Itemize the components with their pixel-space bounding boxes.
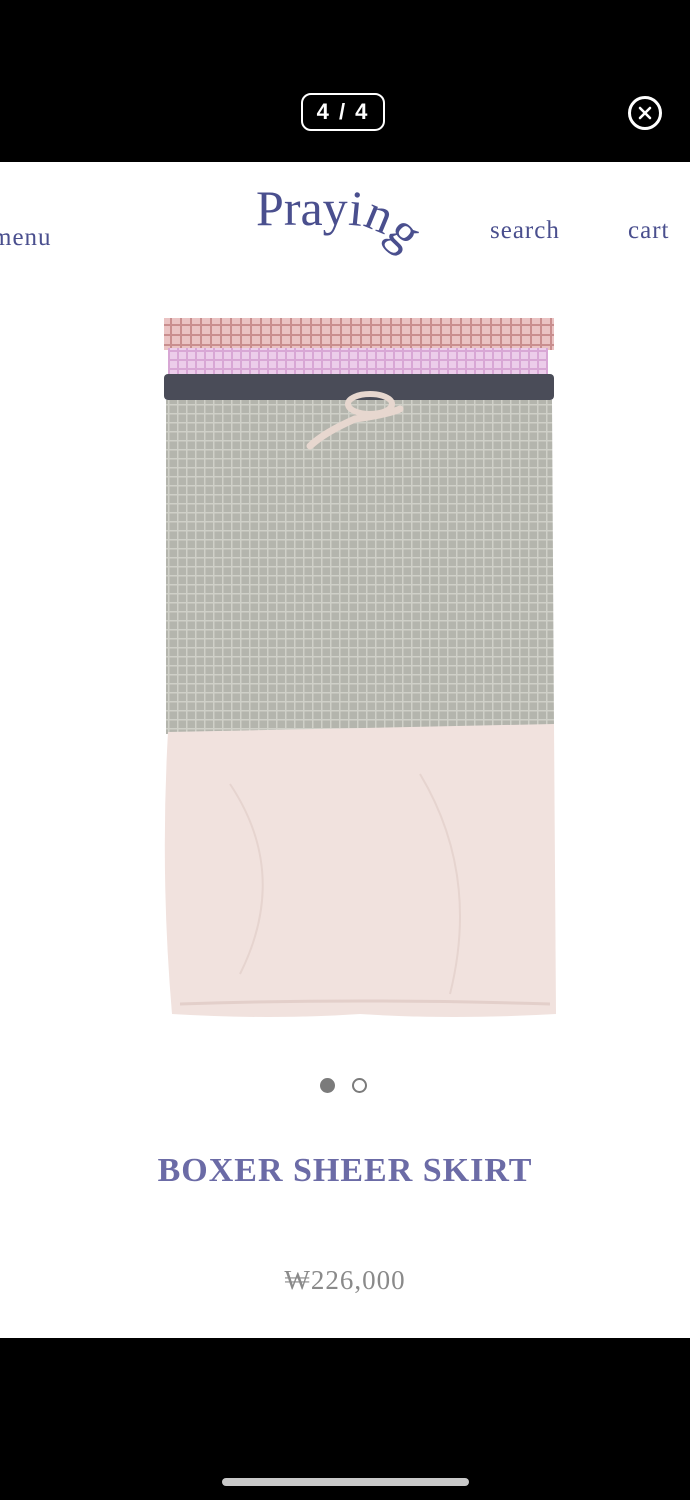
viewer-top-bar: 4 / 4 bbox=[0, 0, 690, 162]
carousel-dot-1[interactable] bbox=[320, 1078, 335, 1093]
sheer-skirt-panel bbox=[164, 724, 557, 1017]
grey-check-shorts bbox=[166, 400, 554, 734]
cart-link[interactable]: cart bbox=[628, 217, 669, 245]
product-price: ₩226,000 bbox=[284, 1265, 406, 1295]
close-button[interactable] bbox=[628, 96, 662, 130]
lilac-boxer bbox=[168, 348, 548, 376]
logo-text: Praying bbox=[256, 180, 434, 260]
search-link[interactable]: search bbox=[490, 217, 560, 245]
home-indicator[interactable] bbox=[222, 1478, 469, 1486]
carousel-dots bbox=[320, 1078, 367, 1093]
product-page: menu Praying search cart BOXER SHEER SKI… bbox=[0, 162, 690, 1338]
product-title: BOXER SHEER SKIRT bbox=[157, 1152, 533, 1189]
product-image[interactable] bbox=[150, 314, 570, 1030]
praying-logo[interactable]: Praying bbox=[250, 170, 450, 290]
carousel-dot-2[interactable] bbox=[352, 1078, 367, 1093]
close-icon bbox=[638, 106, 652, 120]
viewer-bottom-bar bbox=[0, 1338, 690, 1500]
menu-link[interactable]: menu bbox=[0, 224, 52, 252]
pink-plaid-boxer bbox=[164, 318, 554, 350]
image-counter: 4 / 4 bbox=[301, 93, 385, 131]
